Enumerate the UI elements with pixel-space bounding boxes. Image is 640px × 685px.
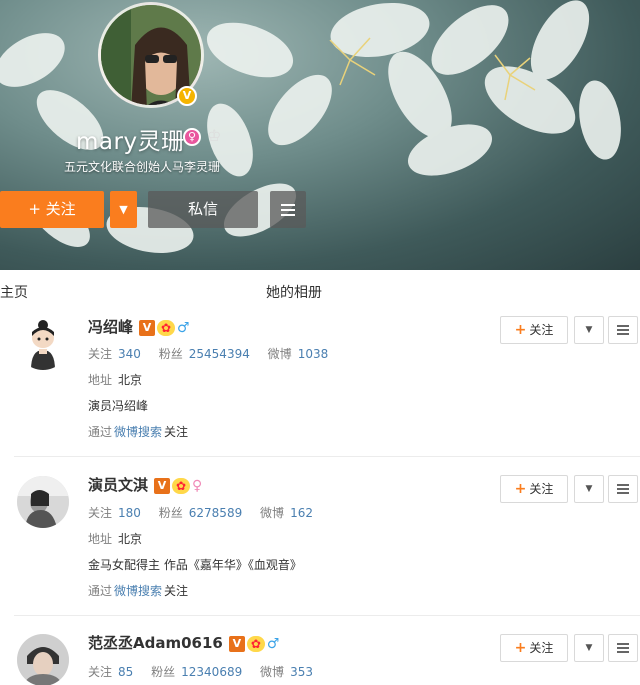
posts-label: 微博 (260, 506, 285, 520)
vip-icon: ✿ (172, 478, 191, 494)
fans-label: 粉丝 (151, 665, 176, 679)
user-menu-button[interactable] (608, 634, 638, 662)
user-follow-dropdown[interactable]: ▼ (574, 316, 604, 344)
user-follow-dropdown[interactable]: ▼ (574, 475, 604, 503)
fans-count[interactable]: 25454394 (189, 347, 250, 361)
plus-icon: + (514, 322, 527, 338)
user-follow-button[interactable]: + 关注 (500, 634, 568, 662)
user-avatar[interactable] (17, 476, 69, 528)
fans-count[interactable]: 6278589 (189, 506, 242, 520)
user-name[interactable]: 范丞丞Adam0616 (88, 634, 223, 652)
user-follow-button[interactable]: + 关注 (500, 475, 568, 503)
menu-icon (617, 482, 629, 496)
posts-count[interactable]: 353 (290, 665, 313, 679)
follow-label: 关注 (529, 641, 554, 655)
message-button[interactable]: 私信 (148, 191, 258, 228)
male-icon: ♂ (177, 320, 190, 336)
user-name[interactable]: 冯绍峰 (88, 318, 133, 336)
verified-v-icon: V (228, 636, 245, 652)
following-label: 关注 (88, 506, 113, 520)
user-address: 地址 北京 (88, 530, 142, 547)
fans-label: 粉丝 (158, 506, 183, 520)
user-name-row: 冯绍峰 V ✿ ♂ (88, 316, 190, 337)
menu-icon (617, 323, 629, 337)
user-avatar[interactable] (17, 634, 69, 685)
following-label: 关注 (88, 347, 113, 361)
fans-count[interactable]: 12340689 (181, 665, 242, 679)
vip-icon: ✿ (246, 636, 265, 652)
via-suffix: 关注 (164, 425, 189, 439)
user-name-row: 演员文淇 V ✿ ♀ (88, 474, 202, 495)
profile-banner: V mary灵珊 ♀ ♔ 五元文化联合创始人马李灵珊 + 关注 ▼ 私信 (0, 0, 640, 270)
follow-button[interactable]: + 关注 (0, 191, 104, 228)
crown-icon[interactable]: ♔ (207, 126, 221, 145)
profile-tabs: 主页 她的相册 (0, 270, 640, 314)
photo-avatar-image (17, 476, 69, 528)
tab-album[interactable]: 她的相册 (266, 282, 322, 302)
user-description: 演员冯绍峰 (88, 399, 149, 413)
user-name-row: 范丞丞Adam0616 V ✿ ♂ (88, 632, 279, 653)
posts-count[interactable]: 1038 (298, 347, 329, 361)
plus-icon: + (514, 640, 527, 656)
follow-source: 通过 微博搜索 关注 (88, 582, 188, 599)
follow-source: 通过 微博搜索 关注 (88, 423, 188, 440)
weibo-search-link[interactable]: 微博搜索 (114, 425, 162, 439)
cartoon-avatar-image (17, 318, 69, 370)
verified-badge-icon: V (177, 86, 197, 106)
follow-dropdown-button[interactable]: ▼ (110, 191, 137, 228)
card-divider (14, 456, 640, 457)
menu-icon (617, 641, 629, 655)
address-label: 地址 (88, 373, 113, 387)
profile-bio: 五元文化联合创始人马李灵珊 (64, 160, 221, 174)
user-avatar[interactable] (17, 318, 69, 370)
posts-count[interactable]: 162 (290, 506, 313, 520)
posts-label: 微博 (260, 665, 285, 679)
address-value: 北京 (118, 532, 143, 546)
address-value: 北京 (118, 373, 143, 387)
following-count[interactable]: 340 (118, 347, 141, 361)
user-description: 金马女配得主 作品《嘉年华》《血观音》 (88, 558, 302, 572)
user-menu-button[interactable] (608, 316, 638, 344)
verified-v-icon: V (154, 478, 171, 494)
following-count[interactable]: 85 (118, 665, 133, 679)
plus-icon: + (514, 481, 527, 497)
posts-label: 微博 (267, 347, 292, 361)
menu-icon (281, 201, 295, 219)
fans-label: 粉丝 (158, 347, 183, 361)
via-prefix: 通过 (88, 425, 113, 439)
user-address: 地址 北京 (88, 371, 142, 388)
user-stats: 关注 340 粉丝 25454394 微博 1038 (88, 345, 342, 362)
following-count[interactable]: 180 (118, 506, 141, 520)
via-prefix: 通过 (88, 584, 113, 598)
more-menu-button[interactable] (270, 191, 306, 228)
male-icon: ♂ (266, 636, 280, 652)
card-divider (14, 615, 640, 616)
photo-avatar-image (17, 634, 69, 685)
weibo-search-link[interactable]: 微博搜索 (114, 584, 162, 598)
user-stats: 关注 180 粉丝 6278589 微博 162 (88, 504, 327, 521)
user-name[interactable]: 演员文淇 (88, 476, 148, 494)
female-icon: ♀ (192, 478, 203, 494)
follow-label: 关注 (529, 323, 554, 337)
verified-v-icon: V (139, 320, 156, 336)
user-follow-dropdown[interactable]: ▼ (574, 634, 604, 662)
vip-icon: ✿ (157, 320, 176, 336)
user-menu-button[interactable] (608, 475, 638, 503)
user-follow-button[interactable]: + 关注 (500, 316, 568, 344)
following-label: 关注 (88, 665, 113, 679)
user-stats: 关注 85 粉丝 12340689 微博 353 (88, 663, 327, 680)
tab-home[interactable]: 主页 (0, 282, 28, 302)
female-icon: ♀ (183, 128, 201, 146)
follow-label: 关注 (529, 482, 554, 496)
via-suffix: 关注 (164, 584, 189, 598)
profile-name: mary灵珊 (76, 129, 185, 155)
address-label: 地址 (88, 532, 113, 546)
